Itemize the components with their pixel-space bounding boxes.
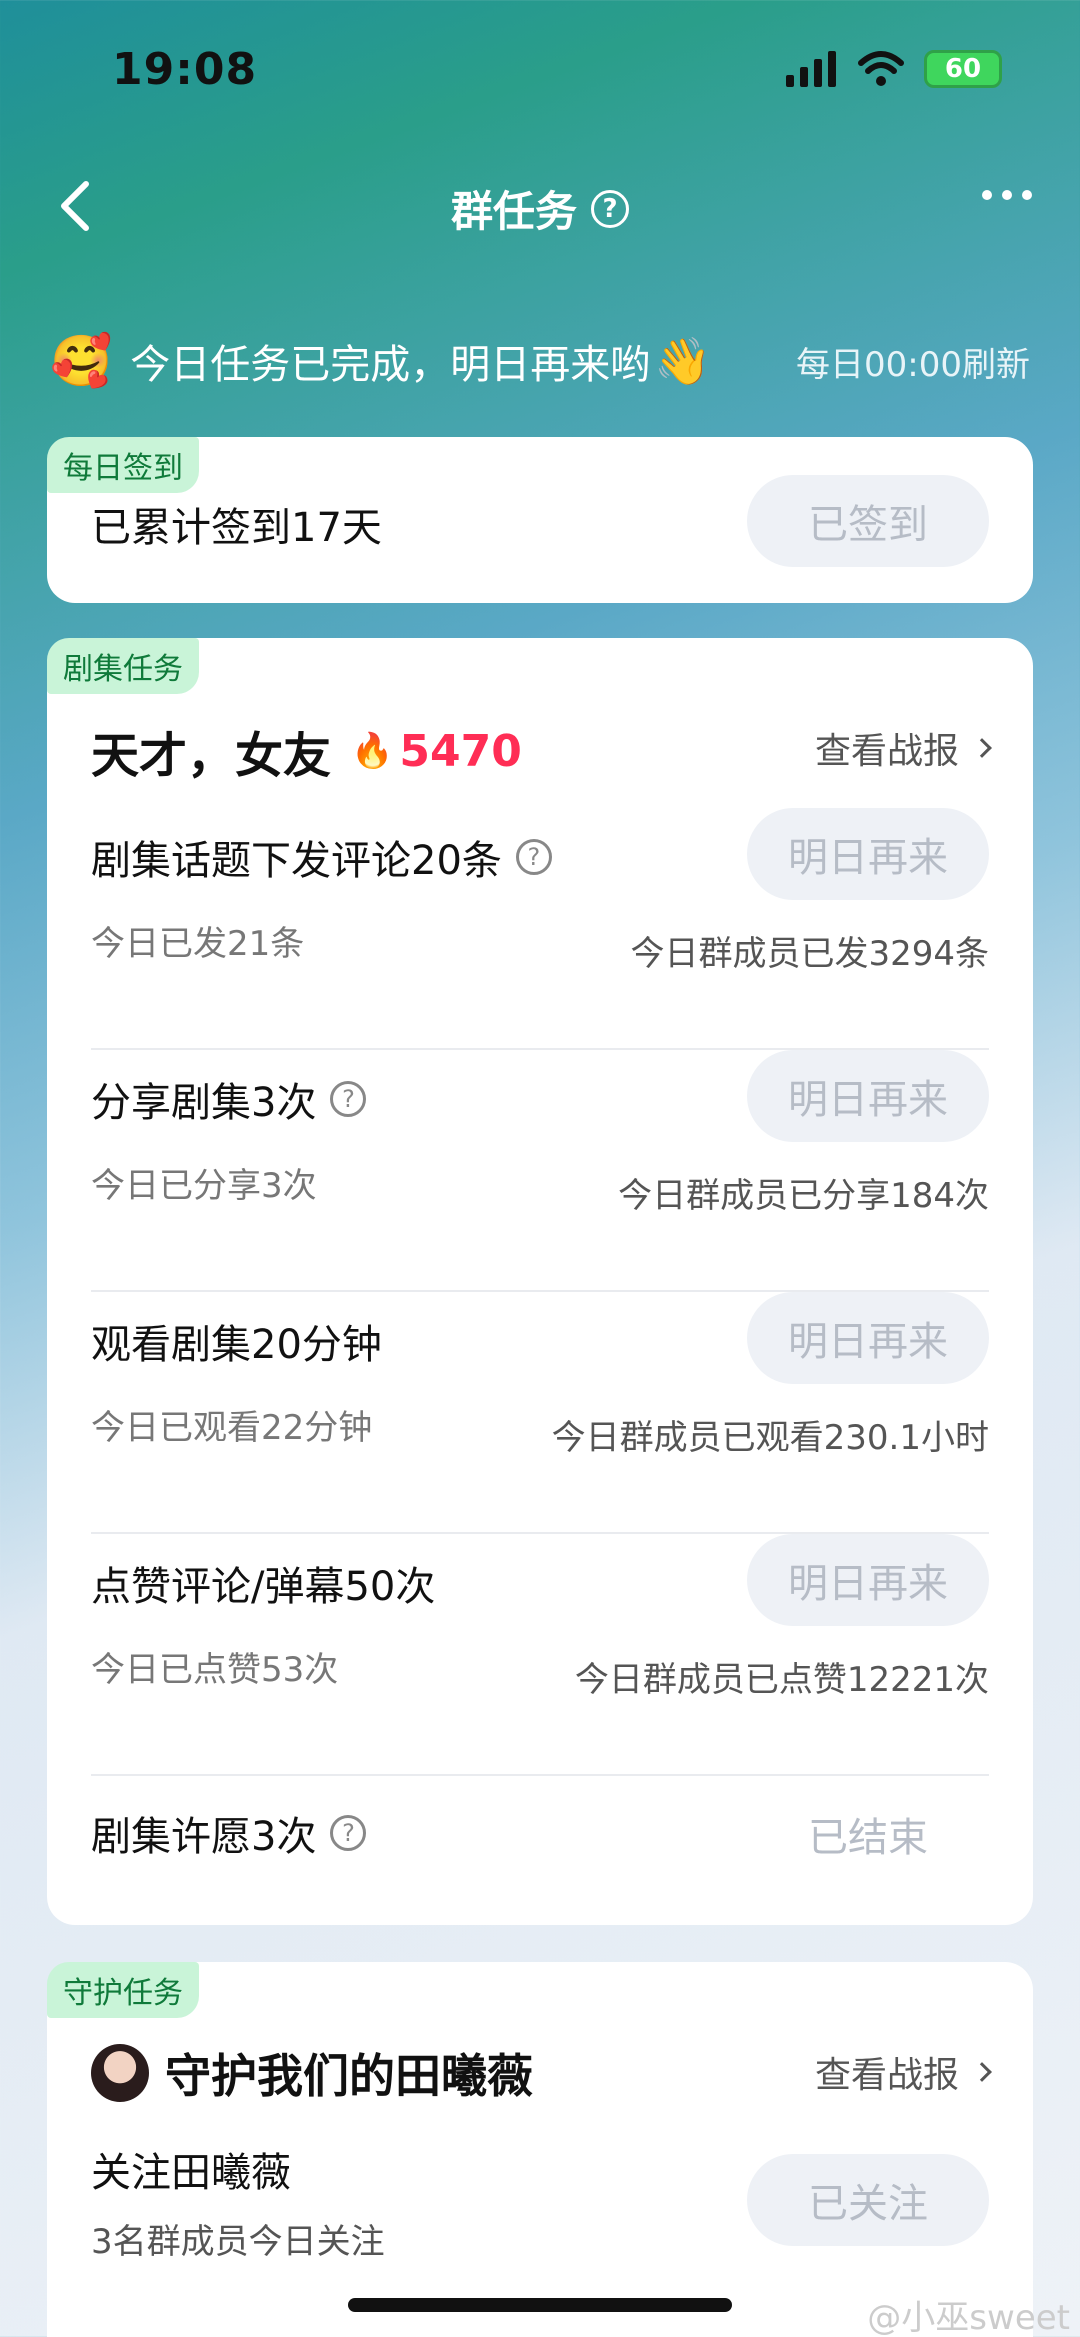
wifi-icon (858, 51, 904, 86)
task-item: 分享剧集3次 ? 今日已分享3次 今日群成员已分享184次 明日再来 (91, 1050, 989, 1292)
page-title-text: 群任务 (450, 187, 577, 236)
battery-icon: 60 (924, 50, 1002, 88)
guard-header: 守护我们的田曦薇 (91, 2040, 533, 2106)
task-title-text: 剧集话题下发评论20条 (91, 838, 502, 884)
task-title: 分享剧集3次 ? (91, 1070, 367, 1128)
drama-header: 天才，女友 🔥 5470 (91, 716, 522, 786)
task-self-progress: 今日已发21条 (91, 924, 305, 964)
navbar: 群任务 ? (0, 160, 1080, 250)
task-button[interactable]: 明日再来 (747, 1292, 989, 1384)
task-title-text: 剧集许愿3次 (91, 1814, 317, 1860)
task-group-progress: 今日群成员已发3294条 (630, 934, 989, 974)
task-self-progress: 今日已分享3次 (91, 1166, 317, 1206)
task-self-progress: 今日已点赞53次 (91, 1650, 339, 1690)
report-label: 查看战报 (814, 2055, 959, 2096)
status-bar: 19:08 60 (0, 0, 1080, 140)
task-item: 剧集话题下发评论20条 ? 今日已发21条 今日群成员已发3294条 明日再来 (91, 808, 989, 1050)
completion-message: 今日任务已完成，明日再来哟 (130, 342, 651, 388)
guard-report-link[interactable]: 查看战报 (814, 2046, 992, 2098)
help-icon[interactable]: ? (330, 1815, 367, 1851)
watermark: @小巫sweet (867, 2298, 1070, 2337)
task-title-text: 分享剧集3次 (91, 1080, 317, 1126)
task-title-text: 点赞评论/弹幕50次 (91, 1564, 436, 1610)
signin-button[interactable]: 已签到 (747, 475, 989, 567)
task-group-progress: 今日群成员已点赞12221次 (574, 1660, 989, 1700)
task-title: 剧集许愿3次 ? (91, 1804, 367, 1862)
follow-task-desc: 3名群成员今日关注 (91, 2222, 385, 2262)
task-item: 观看剧集20分钟 今日已观看22分钟 今日群成员已观看230.1小时 明日再来 (91, 1292, 989, 1534)
report-label: 查看战报 (814, 731, 959, 772)
chevron-right-icon (972, 2062, 992, 2082)
drama-tag: 剧集任务 (47, 638, 199, 694)
task-button: 已结束 (808, 1815, 928, 1861)
guard-task-card: 守护任务 守护我们的田曦薇 查看战报 关注田曦薇 3名群成员今日关注 已关注 (47, 1962, 1033, 2337)
page-title: 群任务 ? (0, 178, 1080, 239)
status-icons: 60 (786, 50, 1002, 88)
completion-banner: 🥰 今日任务已完成，明日再来哟 👋 每日00:00刷新 (50, 326, 1030, 396)
signin-text: 已累计签到17天 (91, 505, 382, 551)
follow-task-title: 关注田曦薇 (91, 2150, 291, 2196)
drama-task-card: 剧集任务 天才，女友 🔥 5470 查看战报 剧集话题下发评论20条 ? 今日已… (47, 638, 1033, 1925)
task-button[interactable]: 明日再来 (747, 1534, 989, 1626)
follow-button[interactable]: 已关注 (747, 2154, 989, 2246)
guard-tag: 守护任务 (47, 1962, 199, 2018)
avatar (91, 2044, 149, 2102)
signal-icon (786, 51, 836, 87)
wave-icon: 👋 (654, 333, 712, 388)
task-title: 点赞评论/弹幕50次 (91, 1554, 435, 1612)
more-icon[interactable] (982, 190, 1032, 200)
task-button[interactable]: 明日再来 (747, 1050, 989, 1142)
task-self-progress: 今日已观看22分钟 (91, 1408, 373, 1448)
task-title-text: 观看剧集20分钟 (91, 1322, 382, 1368)
help-icon[interactable]: ? (515, 839, 552, 875)
home-indicator[interactable] (348, 2298, 732, 2312)
help-icon[interactable]: ? (591, 189, 629, 228)
task-title: 观看剧集20分钟 (91, 1312, 382, 1370)
task-item: 点赞评论/弹幕50次 今日已点赞53次 今日群成员已点赞12221次 明日再来 (91, 1534, 989, 1776)
chevron-right-icon (972, 738, 992, 758)
task-group-progress: 今日群成员已观看230.1小时 (551, 1418, 989, 1458)
guard-title: 守护我们的田曦薇 (165, 2049, 533, 2103)
fire-icon: 🔥 (351, 731, 394, 771)
drama-score: 5470 (399, 725, 522, 777)
drama-title: 天才，女友 (91, 728, 332, 784)
task-group-progress: 今日群成员已分享184次 (618, 1176, 989, 1216)
signin-tag: 每日签到 (47, 437, 199, 493)
help-icon[interactable]: ? (330, 1081, 367, 1117)
refresh-time: 每日00:00刷新 (796, 344, 1030, 385)
task-title: 剧集话题下发评论20条 ? (91, 828, 552, 886)
emoji-face-icon: 🥰 (50, 331, 113, 390)
task-item: 剧集许愿3次 ? 已结束 (91, 1776, 989, 1896)
status-time: 19:08 (112, 44, 258, 95)
drama-report-link[interactable]: 查看战报 (814, 722, 992, 774)
signin-card: 每日签到 已累计签到17天 已签到 (47, 437, 1033, 603)
task-button[interactable]: 明日再来 (747, 808, 989, 900)
